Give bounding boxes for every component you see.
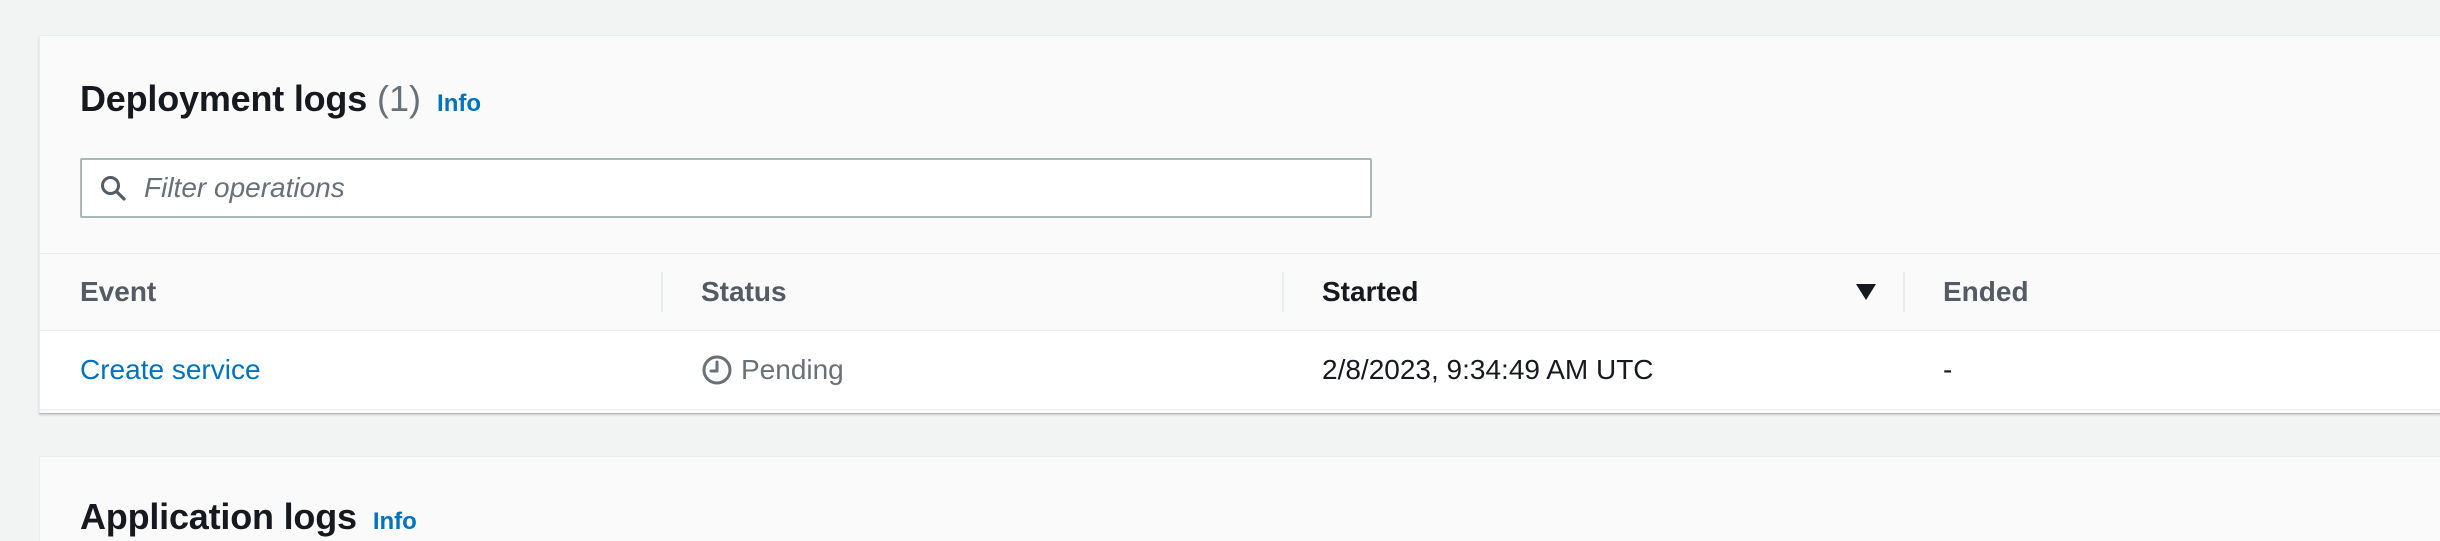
column-header-started-label: Started — [1322, 276, 1419, 307]
column-header-event-label: Event — [80, 276, 157, 307]
column-header-started[interactable]: Started — [1322, 254, 1418, 330]
table-header-row: Event Status Started Ended — [40, 253, 2440, 331]
search-icon — [98, 173, 128, 203]
column-header-ended: Ended — [1943, 254, 2029, 330]
row-status: Pending — [701, 331, 844, 409]
filter-operations-input[interactable] — [144, 160, 1370, 216]
column-header-status: Status — [701, 254, 787, 330]
column-header-status-label: Status — [701, 276, 787, 307]
deployment-logs-info-link[interactable]: Info — [437, 90, 481, 118]
deployment-logs-count: (1) — [377, 78, 422, 119]
deployment-logs-title: Deployment logs — [80, 78, 368, 119]
column-divider[interactable] — [1903, 272, 1905, 312]
row-ended: - — [1943, 354, 1953, 385]
table-row: Create service Pending 2/8/2023, 9:34:49… — [40, 331, 2440, 410]
caret-down-icon[interactable] — [1855, 282, 1877, 302]
row-started: 2/8/2023, 9:34:49 AM UTC — [1322, 354, 1654, 385]
column-header-ended-label: Ended — [1943, 276, 2029, 307]
deployment-logs-table: Event Status Started Ended Create servic… — [40, 253, 2440, 410]
column-divider[interactable] — [1282, 272, 1284, 312]
clock-icon — [701, 354, 733, 386]
row-event-link[interactable]: Create service — [80, 331, 261, 409]
application-logs-info-link[interactable]: Info — [373, 508, 417, 536]
column-divider[interactable] — [661, 272, 663, 312]
column-header-event: Event — [80, 254, 156, 330]
deployment-logs-panel: Deployment logs (1) Info Event Status St… — [39, 35, 2440, 413]
row-status-label: Pending — [741, 354, 844, 385]
application-logs-header: Application logs Info — [80, 496, 417, 538]
deployment-logs-header: Deployment logs (1) Info — [80, 78, 481, 120]
application-logs-panel: Application logs Info — [39, 456, 2440, 541]
application-logs-title: Application logs — [80, 496, 357, 537]
filter-operations-field[interactable] — [80, 158, 1372, 218]
